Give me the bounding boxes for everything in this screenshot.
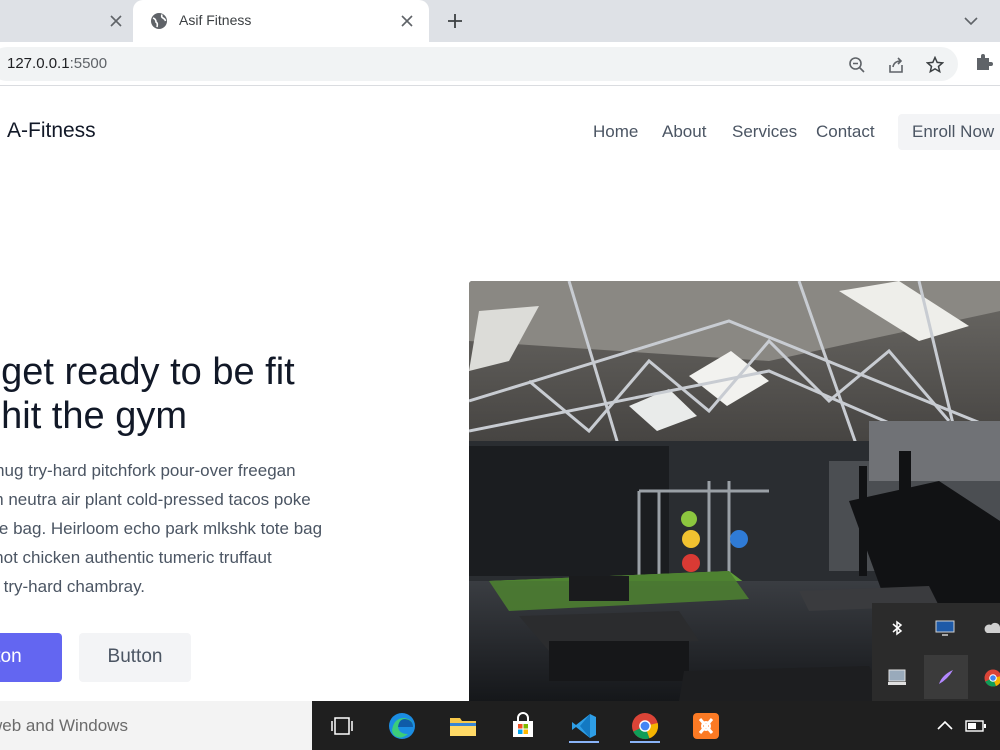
xampp-icon[interactable]	[689, 709, 723, 743]
active-app-indicator	[630, 741, 660, 743]
bluetooth-icon[interactable]	[882, 613, 912, 643]
close-icon[interactable]	[108, 13, 124, 29]
puzzle-icon[interactable]	[974, 52, 994, 72]
taskbar-search-box[interactable]: web and Windows	[0, 701, 312, 750]
search-placeholder: web and Windows	[0, 716, 128, 735]
hero-text-line: om neutra air plant cold-pressed tacos p…	[0, 490, 311, 509]
hero-text-line: on try-hard chambray.	[0, 577, 146, 596]
secondary-button[interactable]: Button	[79, 633, 191, 682]
hero-description: r mug try-hard pitchfork pour-over freeg…	[0, 456, 380, 601]
hero-title: ts get ready to be fit ts hit the gym	[0, 350, 381, 438]
close-icon[interactable]	[399, 13, 415, 29]
pen-icon[interactable]	[924, 655, 968, 699]
microsoft-store-icon[interactable]	[506, 709, 540, 743]
tab-title: Asif Fitness	[179, 12, 252, 28]
site-logo[interactable]: A-Fitness	[7, 119, 96, 143]
nav-contact[interactable]: Contact	[816, 122, 875, 142]
nav-about[interactable]: About	[662, 122, 706, 142]
new-tab-button[interactable]	[443, 9, 467, 33]
enroll-now-button[interactable]: Enroll Now	[898, 114, 1000, 150]
battery-icon[interactable]	[965, 717, 987, 735]
system-tray-flyout	[872, 603, 1000, 701]
nav-home[interactable]: Home	[593, 122, 638, 142]
nav-services[interactable]: Services	[732, 122, 797, 142]
chevron-down-icon[interactable]	[962, 12, 980, 30]
hero-text-line: tote bag. Heirloom echo park mlkshk tote…	[0, 519, 323, 538]
file-explorer-icon[interactable]	[446, 709, 480, 743]
display-icon[interactable]	[930, 613, 960, 643]
windows-taskbar: web and Windows	[0, 701, 1000, 750]
url-text[interactable]: 127.0.0.1:5500	[7, 55, 107, 72]
active-app-indicator	[569, 741, 599, 743]
chrome-icon[interactable]	[978, 663, 1000, 693]
hero-title-line: ts get ready to be fit	[0, 351, 295, 393]
star-icon[interactable]	[925, 55, 945, 74]
chrome-icon[interactable]	[628, 709, 662, 743]
task-view-icon[interactable]	[325, 709, 359, 743]
tab-strip: Asif Fitness	[0, 0, 1000, 42]
tab-inactive[interactable]	[0, 0, 133, 42]
edge-icon[interactable]	[385, 709, 419, 743]
hero-text-line: r mug try-hard pitchfork pour-over freeg…	[0, 461, 296, 480]
primary-button[interactable]: tton	[0, 633, 62, 682]
address-bar[interactable]: 127.0.0.1:5500	[0, 47, 958, 81]
share-icon[interactable]	[887, 56, 905, 74]
chevron-up-icon[interactable]	[936, 717, 954, 735]
hero-text-line: e hot chicken authentic tumeric truffaut	[0, 548, 272, 567]
zoom-icon[interactable]	[848, 56, 866, 74]
tab-asif-fitness[interactable]: Asif Fitness	[133, 0, 429, 42]
globe-icon	[150, 12, 168, 30]
onedrive-icon[interactable]	[978, 613, 1000, 643]
screen-icon[interactable]	[882, 663, 912, 693]
hero-title-line: ts hit the gym	[0, 395, 187, 437]
browser-toolbar: 127.0.0.1:5500	[0, 42, 1000, 86]
vs-code-icon[interactable]	[567, 709, 601, 743]
